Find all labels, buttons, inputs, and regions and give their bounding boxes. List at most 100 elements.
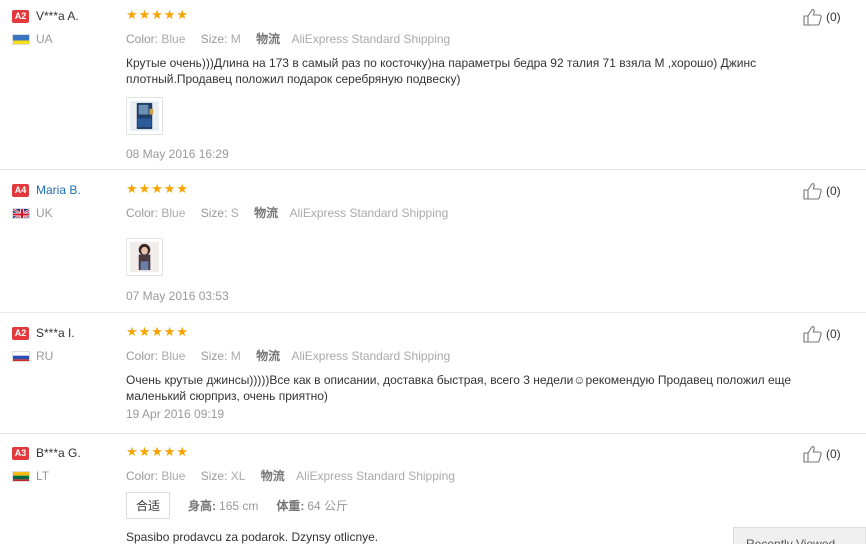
thumbs-up-icon	[803, 183, 822, 200]
star-icon: ★	[138, 444, 151, 459]
reviewer-info: A2 S***a I. RU	[12, 325, 112, 363]
height-value: 165 cm	[219, 498, 259, 513]
review-content: ★ ★ ★ ★ ★ Color: Blue Size: S 物流 AliExpress …	[126, 182, 806, 303]
level-badge: A2	[12, 9, 29, 23]
divider	[0, 433, 866, 434]
star-icon: ★	[126, 7, 138, 22]
shipping-method: AliExpress Standard Shipping	[291, 32, 451, 46]
logistics-label: 物流	[256, 349, 281, 363]
review-text: Spasibo prodavcu za podarok. Dzynsy otli…	[126, 530, 379, 544]
like-count: (0)	[826, 184, 841, 198]
size-value: S	[230, 206, 239, 220]
reviewer-info: A3 B***a G. LT	[12, 445, 112, 483]
star-icon: ★	[138, 7, 151, 22]
star-icon: ★	[151, 444, 163, 459]
star-icon: ★	[163, 324, 176, 339]
review-photo-thumbnail[interactable]	[126, 238, 163, 276]
star-icon: ★	[138, 324, 151, 339]
height-label: 身高:	[188, 499, 217, 513]
review-date: 07 May 2016 03:53	[126, 289, 229, 303]
uk-flag-icon	[12, 207, 30, 219]
recently-viewed-tab[interactable]: Recently Viewed	[733, 527, 866, 544]
review-photo-thumbnail[interactable]	[126, 97, 163, 135]
color-label: Color:	[126, 349, 159, 363]
color-label: Color:	[126, 32, 159, 46]
like-count: (0)	[826, 447, 841, 461]
star-icon: ★	[176, 181, 189, 196]
reviewer-name-link[interactable]: Maria B.	[36, 183, 81, 197]
star-icon: ★	[163, 7, 176, 22]
review-date: 19 Apr 2016 09:19	[126, 407, 225, 421]
order-attributes: Color: Blue Size: XL 物流 AliExpress Stand…	[126, 467, 806, 483]
weight-value: 64 公斤	[307, 499, 349, 513]
thumbs-up-icon	[803, 9, 822, 26]
color-label: Color:	[126, 469, 159, 483]
star-icon: ★	[126, 444, 138, 459]
divider	[0, 169, 866, 170]
color-value: Blue	[161, 206, 186, 220]
level-badge: A2	[12, 326, 29, 340]
country-code: RU	[36, 349, 54, 363]
size-value: M	[230, 349, 241, 363]
logistics-label: 物流	[260, 469, 285, 483]
divider	[0, 312, 866, 313]
weight-label: 体重:	[276, 499, 305, 513]
like-count: (0)	[826, 327, 841, 341]
level-badge: A4	[12, 183, 29, 197]
size-label: Size:	[200, 469, 228, 483]
size-label: Size:	[200, 206, 228, 220]
star-icon: ★	[126, 181, 138, 196]
star-icon: ★	[138, 181, 151, 196]
star-icon: ★	[176, 444, 189, 459]
like-button[interactable]: (0)	[803, 8, 841, 26]
level-badge: A3	[12, 446, 29, 460]
like-button[interactable]: (0)	[803, 182, 841, 200]
order-attributes: Color: Blue Size: S 物流 AliExpress Standa…	[126, 204, 806, 220]
star-icon: ★	[176, 324, 189, 339]
star-icon: ★	[151, 324, 163, 339]
review-date: 08 May 2016 16:29	[126, 147, 229, 161]
star-rating: ★ ★ ★ ★ ★	[126, 8, 806, 22]
star-rating: ★ ★ ★ ★ ★	[126, 445, 806, 459]
review-text: Крутые очень)))Длина на 173 в самый раз …	[126, 56, 757, 86]
like-count: (0)	[826, 10, 841, 24]
like-button[interactable]: (0)	[803, 325, 841, 343]
order-attributes: Color: Blue Size: M 物流 AliExpress Standa…	[126, 30, 806, 46]
shipping-method: AliExpress Standard Shipping	[291, 349, 451, 363]
color-value: Blue	[161, 32, 186, 46]
star-icon: ★	[163, 444, 176, 459]
shipping-method: AliExpress Standard Shipping	[289, 206, 449, 220]
fit-tag: 合适	[126, 492, 171, 519]
review-text: Очень крутые джинсы)))))Все как в описан…	[126, 373, 792, 403]
review-content: ★ ★ ★ ★ ★ Color: Blue Size: M 物流 AliExpress …	[126, 8, 806, 161]
country-code: UK	[36, 206, 53, 220]
country-code: UA	[36, 32, 53, 46]
size-value: XL	[230, 469, 246, 483]
review-content: ★ ★ ★ ★ ★ Color: Blue Size: XL 物流 AliExpress…	[126, 445, 806, 544]
logistics-label: 物流	[256, 32, 281, 46]
like-button[interactable]: (0)	[803, 445, 841, 463]
shipping-method: AliExpress Standard Shipping	[296, 469, 455, 483]
review-content: ★ ★ ★ ★ ★ Color: Blue Size: M 物流 AliExpress …	[126, 325, 806, 422]
logistics-label: 物流	[254, 206, 279, 220]
thumbs-up-icon	[803, 446, 822, 463]
country-code: LT	[36, 469, 50, 483]
star-icon: ★	[151, 7, 163, 22]
reviewer-info: A4 Maria B. UK	[12, 182, 112, 220]
size-label: Size:	[200, 32, 228, 46]
star-icon: ★	[163, 181, 176, 196]
star-icon: ★	[126, 324, 138, 339]
ukraine-flag-icon	[12, 33, 30, 45]
color-value: Blue	[161, 349, 186, 363]
star-rating: ★ ★ ★ ★ ★	[126, 325, 806, 339]
star-rating: ★ ★ ★ ★ ★	[126, 182, 806, 196]
color-value: Blue	[161, 469, 186, 483]
reviewer-name: S***a I.	[36, 326, 75, 340]
russia-flag-icon	[12, 350, 30, 362]
reviewer-name: B***a G.	[36, 446, 81, 460]
thumbs-up-icon	[803, 326, 822, 343]
color-label: Color:	[126, 206, 159, 220]
reviewer-name: V***a A.	[36, 9, 79, 23]
size-value: M	[230, 32, 241, 46]
size-label: Size:	[200, 349, 228, 363]
